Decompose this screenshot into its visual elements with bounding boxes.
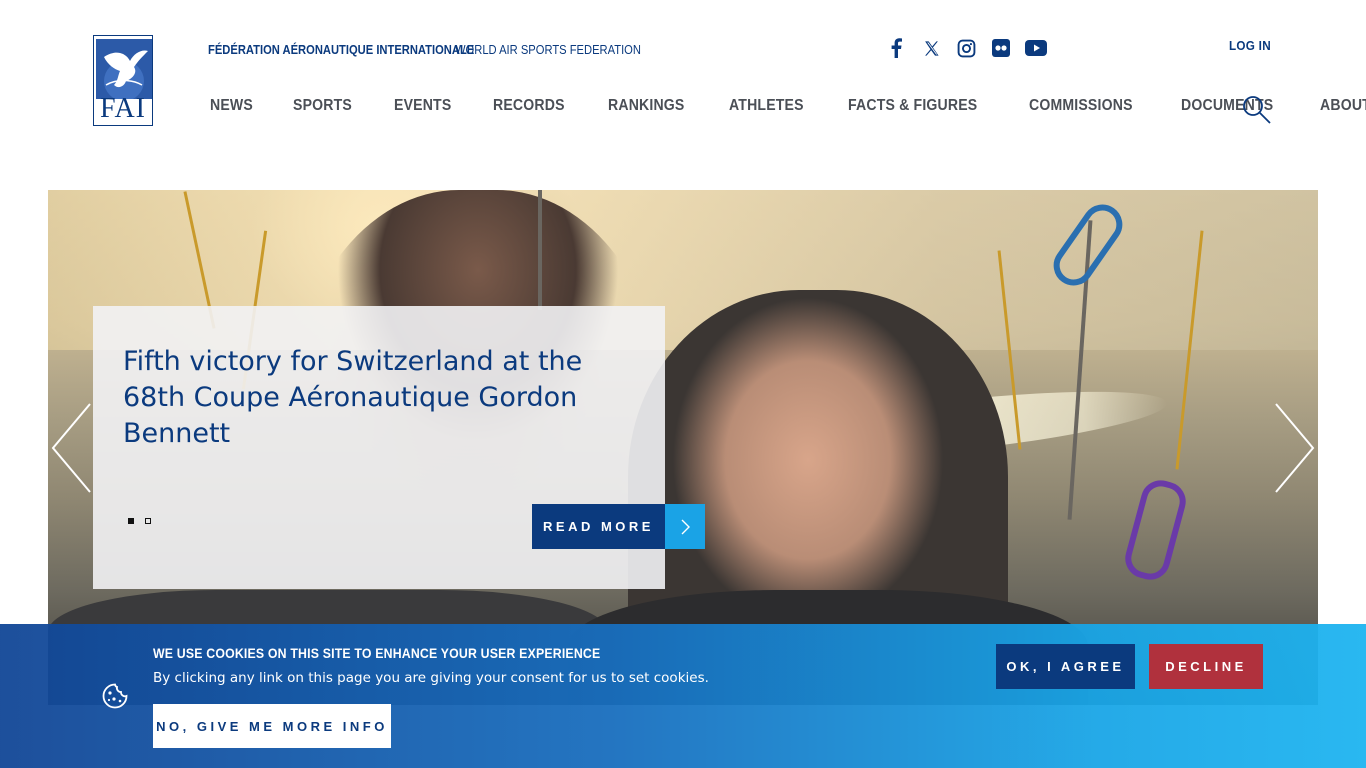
cookie-icon [102,683,128,709]
nav-item-commissions[interactable]: Commissions [1029,97,1133,115]
read-more-arrow[interactable] [665,504,705,549]
chevron-right-icon [1275,403,1315,493]
nav-item-facts-figures[interactable]: Facts & Figures [848,97,977,115]
cookie-description: By clicking any link on this page you ar… [153,670,709,686]
social-links [885,37,1047,59]
nav-item-rankings[interactable]: Rankings [608,97,685,115]
search-button[interactable] [1242,95,1272,125]
more-info-button[interactable]: No, give me more info [153,704,391,748]
nav-item-records[interactable]: Records [493,97,565,115]
slider-dot-1[interactable] [128,518,134,524]
logo-text: FAI [99,93,147,124]
flickr-icon[interactable] [990,37,1012,59]
decline-button[interactable]: Decline [1149,644,1263,689]
slider-next-button[interactable] [1271,402,1316,494]
read-more-button[interactable]: Read more [532,504,705,549]
organization-tagline: WORLD AIR SPORTS FEDERATION [455,41,641,57]
search-icon [1243,96,1271,124]
x-twitter-icon[interactable] [920,37,942,59]
facebook-icon[interactable] [885,37,907,59]
fai-logo[interactable]: FAI [93,35,153,126]
organization-line: FÉDÉRATION AÉRONAUTIQUE INTERNATIONALE W… [208,40,671,58]
chevron-left-icon [51,403,91,493]
main-nav: News Sports Events Records Rankings Athl… [210,97,1366,115]
agree-button[interactable]: OK, I agree [996,644,1135,689]
slide-title[interactable]: Fifth victory for Switzerland at the 68t… [123,344,643,452]
slider-dots [128,518,151,524]
nav-item-sports[interactable]: Sports [293,97,352,115]
login-link[interactable]: LOG IN [1229,38,1271,53]
read-more-label[interactable]: Read more [532,504,665,549]
nav-item-about[interactable]: About [1320,97,1366,115]
slider-dot-2[interactable] [145,518,151,524]
slider-prev-button[interactable] [50,402,95,494]
cookie-consent-banner: We use cookies on this site to enhance y… [0,624,1366,768]
instagram-icon[interactable] [955,37,977,59]
nav-item-events[interactable]: Events [394,97,451,115]
youtube-icon[interactable] [1025,37,1047,59]
chevron-right-icon [681,519,690,534]
eagle-logo-icon [96,39,152,99]
nav-item-news[interactable]: News [210,97,253,115]
cookie-title: We use cookies on this site to enhance y… [153,645,601,661]
organization-name: FÉDÉRATION AÉRONAUTIQUE INTERNATIONALE [208,41,475,57]
nav-item-athletes[interactable]: Athletes [729,97,804,115]
